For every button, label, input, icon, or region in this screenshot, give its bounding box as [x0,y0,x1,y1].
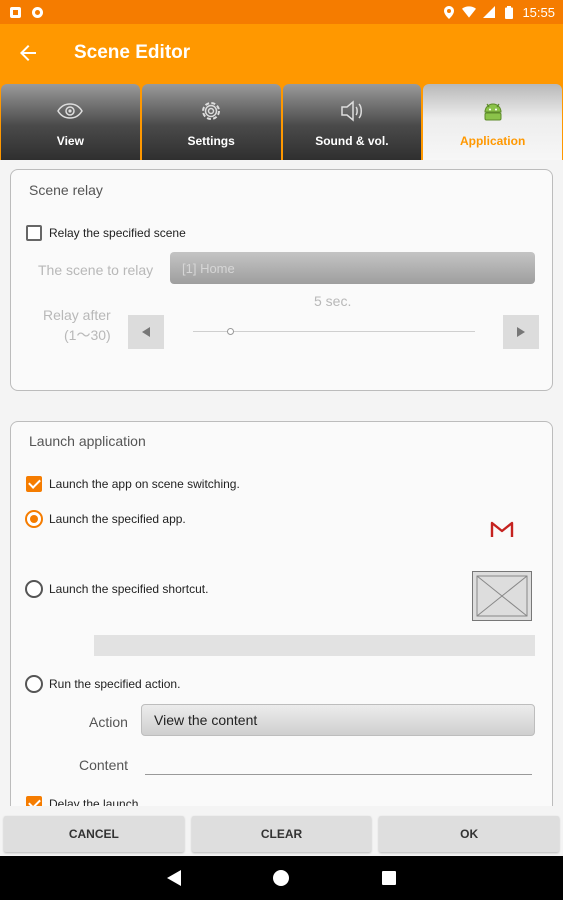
nav-home-icon [273,870,290,886]
launch-shortcut-radio[interactable] [25,580,43,598]
delay-launch-label: Delay the launch [49,797,139,806]
nav-recents-button[interactable] [369,858,409,898]
record-notification-icon [30,5,44,19]
arrow-right-icon [517,327,525,337]
launch-shortcut-label: Launch the specified shortcut. [49,582,209,596]
scene-to-relay-dropdown[interactable]: [1] Home [170,252,535,284]
launch-on-switch-checkbox[interactable] [26,476,42,492]
page-title: Scene Editor [74,42,191,63]
arrow-left-icon [142,327,150,337]
relay-after-range: (1〜30) [64,327,111,343]
nav-back-button[interactable] [154,858,194,898]
back-arrow-icon [20,45,36,61]
tab-settings[interactable]: Settings [141,84,281,160]
wifi-icon [462,5,477,19]
launch-application-card: Launch application Launch the app on sce… [10,421,553,806]
status-bar: 15:55 [0,0,563,24]
android-icon [480,96,506,126]
nav-home-button[interactable] [261,858,301,898]
action-label: Action [89,714,128,730]
tab-sound-volume[interactable]: Sound & vol. [282,84,422,160]
location-icon [442,5,456,19]
shortcut-placeholder-icon[interactable] [472,571,532,621]
scene-relay-card: Scene relay Relay the specified scene Th… [10,169,553,391]
bottom-button-bar: CANCEL CLEAR OK [0,806,563,856]
run-action-radio[interactable] [25,675,43,693]
relay-after-label: Relay after [43,307,111,323]
launch-app-label: Launch the specified app. [49,512,186,526]
app-bar: Scene Editor [0,24,563,82]
tab-label: View [56,134,84,148]
delay-launch-checkbox[interactable] [26,796,42,806]
speaker-icon [339,96,365,126]
scene-to-relay-label: The scene to relay [38,262,154,278]
scene-to-relay-value: [1] Home [182,260,235,276]
shortcut-name-field[interactable] [94,635,535,656]
relay-slider-thumb[interactable] [227,328,234,335]
gear-icon [198,96,224,126]
relay-delay-value: 5 sec. [314,293,352,309]
android-notification-icon [8,5,22,19]
relay-scene-label: Relay the specified scene [49,226,186,240]
scene-relay-title: Scene relay [29,182,103,198]
tab-view[interactable]: View [1,84,140,160]
action-value: View the content [154,712,258,728]
relay-increase-button[interactable] [503,315,539,349]
action-dropdown[interactable]: View the content [141,704,535,736]
cancel-button[interactable]: CANCEL [4,816,184,852]
tab-application[interactable]: Application [423,84,562,160]
launch-application-title: Launch application [29,433,146,449]
relay-slider-track[interactable] [193,331,475,332]
run-action-label: Run the specified action. [49,677,181,691]
status-time: 15:55 [522,4,555,20]
system-nav-bar [0,856,563,900]
nav-recents-icon [382,871,397,885]
tab-label: Application [459,134,526,148]
eye-icon [57,96,84,126]
signal-icon [482,5,496,19]
back-button[interactable] [0,24,56,82]
relay-scene-checkbox[interactable] [26,225,42,241]
content-scroll-area[interactable]: Scene relay Relay the specified scene Th… [0,160,563,806]
tab-label: Sound & vol. [315,134,389,148]
battery-icon [502,5,516,19]
content-label: Content [79,757,129,773]
tab-label: Settings [187,134,235,148]
content-input[interactable] [145,749,532,775]
tab-bar: View Settings Sound & vol. Application [0,82,563,160]
gmail-icon[interactable] [489,519,515,539]
ok-button[interactable]: OK [379,816,560,852]
nav-back-icon [166,870,181,886]
launch-on-switch-label: Launch the app on scene switching. [49,477,240,491]
launch-app-radio[interactable] [25,510,43,528]
clear-button[interactable]: CLEAR [191,816,372,852]
relay-decrease-button[interactable] [128,315,164,349]
